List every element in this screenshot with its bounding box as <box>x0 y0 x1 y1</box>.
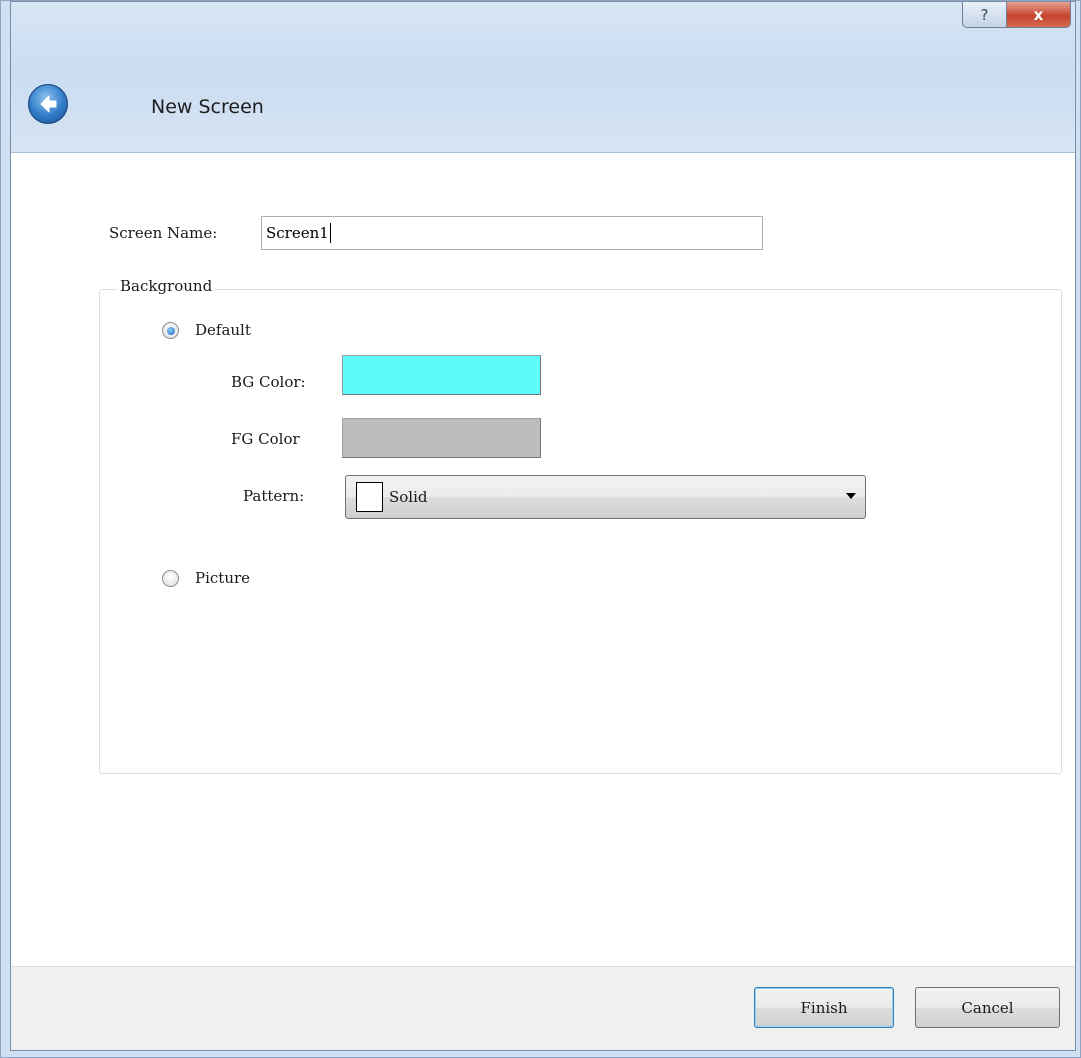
bg-color-button[interactable] <box>342 355 541 395</box>
radio-selected-dot <box>166 326 175 335</box>
pattern-dropdown[interactable]: Solid <box>345 475 866 519</box>
finish-button[interactable]: Finish <box>754 987 894 1028</box>
background-groupbox <box>99 289 1062 774</box>
back-button[interactable] <box>28 84 68 124</box>
screen-name-label: Screen Name: <box>109 224 218 242</box>
screen-name-value: Screen1 <box>266 224 329 242</box>
wizard-footer: Finish Cancel <box>11 966 1075 1050</box>
cancel-button-label: Cancel <box>961 998 1014 1017</box>
fg-color-button[interactable] <box>342 418 541 458</box>
pattern-label: Pattern: <box>243 487 305 505</box>
background-group-label: Background <box>117 277 216 295</box>
help-button[interactable]: ? <box>962 2 1007 28</box>
close-button[interactable]: x <box>1007 2 1071 28</box>
finish-button-label: Finish <box>800 998 848 1017</box>
default-radio[interactable] <box>162 322 179 339</box>
pattern-preview-swatch <box>356 482 383 512</box>
bg-color-label: BG Color: <box>231 373 306 391</box>
dialog-window: ? x New Screen Screen Name: Screen1 Back… <box>0 0 1081 1058</box>
chevron-down-icon <box>846 493 856 499</box>
text-caret <box>329 223 331 243</box>
close-icon: x <box>1033 5 1044 24</box>
wizard-content: Screen Name: Screen1 Background Default … <box>11 153 1075 966</box>
fg-color-label: FG Color <box>231 430 300 448</box>
page-title: New Screen <box>151 96 264 118</box>
wizard-header: ? x New Screen <box>11 2 1075 153</box>
default-radio-label[interactable]: Default <box>195 321 251 339</box>
pattern-selected-value: Solid <box>389 488 428 506</box>
help-icon: ? <box>980 5 989 24</box>
caption-buttons: ? x <box>962 2 1071 28</box>
cancel-button[interactable]: Cancel <box>915 987 1060 1028</box>
picture-radio-label[interactable]: Picture <box>195 569 250 587</box>
back-arrow-icon <box>40 95 57 113</box>
picture-radio[interactable] <box>162 570 179 587</box>
dialog-frame: ? x New Screen Screen Name: Screen1 Back… <box>10 1 1076 1051</box>
screen-name-input[interactable]: Screen1 <box>261 216 763 250</box>
